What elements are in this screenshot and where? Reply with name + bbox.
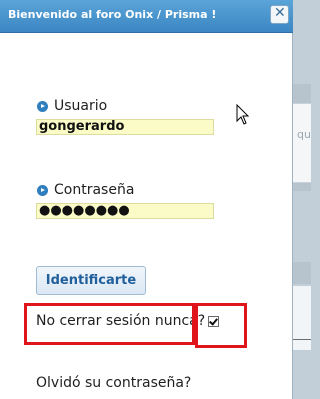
password-label: Contraseña — [54, 182, 135, 198]
arrow-circle-icon — [37, 101, 48, 112]
highlight-box-label — [24, 303, 195, 345]
username-input[interactable]: gongerardo — [36, 119, 214, 135]
highlight-box-checkbox — [195, 303, 247, 348]
arrow-circle-icon — [37, 185, 48, 196]
dialog-titlebar[interactable]: Bienvenido al foro Onix / Prisma ! ✕ — [0, 0, 293, 33]
login-dialog: Bienvenido al foro Onix / Prisma ! ✕ Usu… — [0, 0, 293, 399]
close-icon: ✕ — [274, 5, 286, 21]
dialog-title: Bienvenido al foro Onix / Prisma ! — [8, 8, 217, 21]
mouse-pointer-icon — [236, 104, 250, 125]
background-panel — [292, 103, 311, 183]
background-panel — [292, 286, 311, 350]
username-label: Usuario — [54, 98, 108, 114]
login-button[interactable]: Identificarte — [36, 266, 146, 295]
password-input[interactable]: ●●●●●●●● — [36, 203, 214, 219]
background-partial-text: qu — [297, 128, 311, 141]
close-button[interactable]: ✕ — [270, 5, 289, 24]
forgot-password-link[interactable]: Olvidó su contraseña? — [36, 375, 191, 391]
